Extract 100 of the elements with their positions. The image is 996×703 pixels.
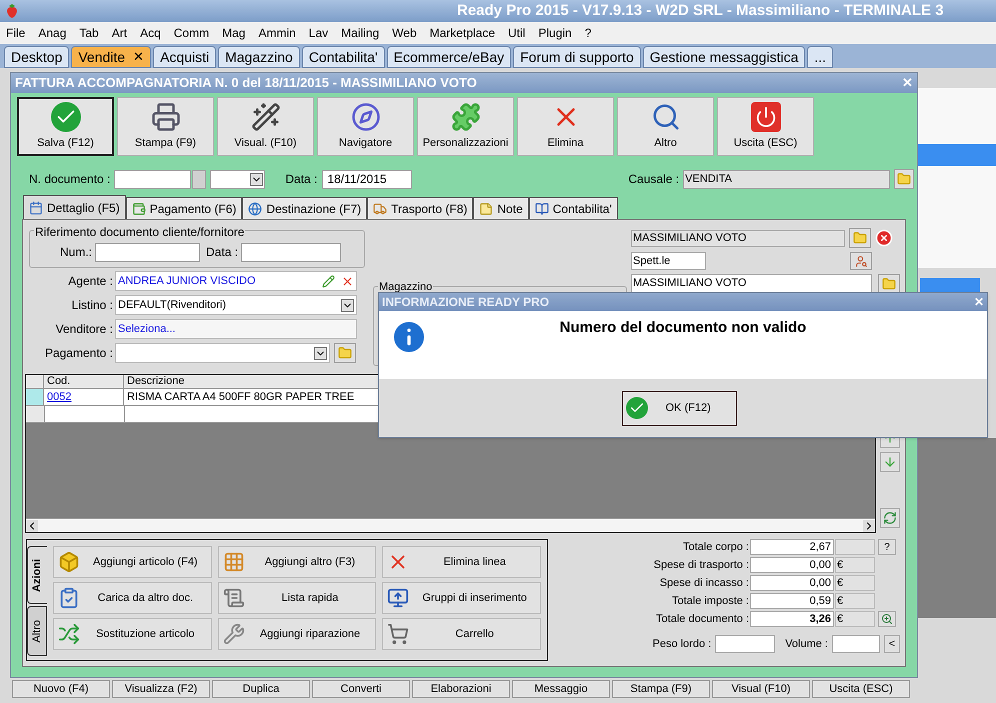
form-tab[interactable]: Pagamento (F6) xyxy=(126,197,242,219)
menu-item[interactable]: Tab xyxy=(79,24,99,42)
menu-item[interactable]: Mailing xyxy=(341,24,380,42)
menu-item[interactable]: Marketplace xyxy=(430,24,496,42)
module-tab[interactable]: Ecommerce/eBay xyxy=(386,46,512,68)
form-tab[interactable]: Contabilita' xyxy=(528,197,618,219)
num-field[interactable] xyxy=(95,242,200,262)
box-icon xyxy=(58,551,80,573)
date-field[interactable]: 18/11/2015 xyxy=(322,170,412,188)
menu-item[interactable]: Anag xyxy=(38,24,66,42)
toolbar-button[interactable]: Salva (F12) xyxy=(17,97,114,156)
menu-item[interactable]: Comm xyxy=(174,24,210,42)
clear-icon[interactable] xyxy=(341,274,354,288)
menu-item[interactable]: Web xyxy=(392,24,417,42)
menu-item[interactable]: Plugin xyxy=(538,24,572,42)
menu-item[interactable]: Art xyxy=(112,24,128,42)
truck-icon xyxy=(373,202,388,216)
menu-item[interactable]: Acq xyxy=(140,24,161,42)
module-tab[interactable]: Acquisti xyxy=(153,46,216,68)
form-tab[interactable]: Note xyxy=(473,197,529,219)
toolbar-button[interactable]: Elimina xyxy=(517,97,614,156)
form-tab[interactable]: Trasporto (F8) xyxy=(367,197,474,219)
help-button[interactable]: ? xyxy=(878,539,896,555)
bottom-button[interactable]: Uscita (ESC) xyxy=(812,680,910,698)
module-tab[interactable]: Desktop xyxy=(4,46,70,68)
salutation-field[interactable]: Spett.le xyxy=(631,252,706,270)
bottom-button[interactable]: Converti xyxy=(312,680,410,698)
module-tab[interactable]: Contabilita' xyxy=(302,46,385,68)
module-tab[interactable]: Vendite ✕ xyxy=(71,46,152,68)
toolbar-button[interactable]: Stampa (F9) xyxy=(117,97,214,156)
bottom-button[interactable]: Messaggio xyxy=(512,680,610,698)
bottom-button[interactable]: Duplica xyxy=(212,680,310,698)
form-tab[interactable]: Dettaglio (F5) xyxy=(23,195,126,219)
menu-item[interactable]: File xyxy=(6,24,26,42)
action-button[interactable]: Lista rapida xyxy=(218,582,376,614)
zoom-button[interactable] xyxy=(878,611,896,627)
action-button[interactable]: Aggiungi riparazione xyxy=(218,618,376,650)
bottom-button[interactable]: Stampa (F9) xyxy=(612,680,710,698)
menu-item[interactable]: Ammin xyxy=(258,24,296,42)
action-button[interactable]: Gruppi di inserimento xyxy=(382,582,541,614)
form-tab[interactable]: Destinazione (F7) xyxy=(242,197,368,219)
column-header[interactable]: Cod. xyxy=(44,375,124,388)
scroll-left-icon[interactable] xyxy=(26,520,38,532)
seller-field[interactable]: Seleziona... xyxy=(115,319,357,339)
module-tab[interactable]: Magazzino xyxy=(218,46,300,68)
action-button[interactable]: Carica da altro doc. xyxy=(53,582,212,614)
folder-button[interactable] xyxy=(894,169,914,189)
folder-button[interactable] xyxy=(849,228,871,248)
toolbar-button[interactable]: Personalizzazioni xyxy=(417,97,514,156)
gross-weight-field[interactable] xyxy=(715,635,776,653)
menu-item[interactable]: ? xyxy=(584,24,592,42)
bottom-button[interactable]: Visual (F10) xyxy=(712,680,810,698)
search-customer-button[interactable] xyxy=(850,252,872,270)
puzzle-icon xyxy=(450,102,480,132)
item-code-link[interactable]: 0052 xyxy=(44,389,124,405)
customer-name-field[interactable]: MASSIMILIANO VOTO xyxy=(631,230,845,246)
collapse-button[interactable]: < xyxy=(884,635,900,653)
bottom-button[interactable]: Visualizza (F2) xyxy=(112,680,210,698)
pencil-icon[interactable] xyxy=(322,274,335,288)
folder-icon xyxy=(338,346,352,360)
menu-item[interactable]: Mag xyxy=(222,24,246,42)
action-button[interactable]: Elimina linea xyxy=(382,546,541,578)
action-button[interactable]: Aggiungi altro (F3) xyxy=(218,546,376,578)
bottom-button[interactable]: Nuovo (F4) xyxy=(12,680,110,698)
spin-button[interactable] xyxy=(192,170,206,188)
remove-icon[interactable] xyxy=(875,229,893,247)
action-button[interactable]: Aggiungi articolo (F4) xyxy=(53,546,212,578)
volume-field[interactable] xyxy=(832,635,880,653)
scroll-right-icon[interactable] xyxy=(863,520,876,532)
bottom-button[interactable]: Elaborazioni xyxy=(412,680,510,698)
toolbar-button[interactable]: Navigatore xyxy=(317,97,414,156)
total-value: 0,00 xyxy=(750,557,834,573)
payment-select[interactable] xyxy=(115,343,330,363)
row-indicator[interactable] xyxy=(26,389,44,405)
menu-item[interactable]: Util xyxy=(508,24,526,42)
action-button[interactable]: Carrello xyxy=(382,618,541,650)
date-field[interactable] xyxy=(241,242,342,262)
price-list-select[interactable]: DEFAULT(Rivenditori) xyxy=(115,295,357,315)
toolbar-button[interactable]: Visual. (F10) xyxy=(217,97,314,156)
side-tab[interactable]: Azioni xyxy=(27,546,47,604)
horizontal-scrollbar[interactable] xyxy=(26,518,876,532)
menu-item[interactable]: Lav xyxy=(308,24,328,42)
folder-button[interactable] xyxy=(878,274,900,294)
action-button[interactable]: Sostituzione articolo xyxy=(53,618,212,650)
toolbar-button[interactable]: Altro xyxy=(617,97,714,156)
module-tab[interactable]: Gestione messaggistica xyxy=(642,46,806,68)
refresh-button[interactable] xyxy=(880,508,900,528)
number-field[interactable] xyxy=(114,170,192,188)
causale-field[interactable]: VENDITA xyxy=(683,170,890,188)
agent-field[interactable]: ANDREA JUNIOR VISCIDO xyxy=(115,271,357,291)
side-tab[interactable]: Altro xyxy=(27,606,47,656)
folder-button[interactable] xyxy=(334,343,356,363)
close-icon[interactable]: ✕ xyxy=(133,47,144,67)
ok-button[interactable]: OK (F12) xyxy=(622,390,736,426)
module-tab[interactable]: ... xyxy=(807,46,834,68)
module-tab[interactable]: Forum di supporto xyxy=(513,46,641,68)
globe-icon xyxy=(248,202,262,216)
series-dropdown[interactable] xyxy=(210,170,266,188)
toolbar-button[interactable]: Uscita (ESC) xyxy=(717,97,814,156)
move-down-button[interactable] xyxy=(880,452,900,472)
